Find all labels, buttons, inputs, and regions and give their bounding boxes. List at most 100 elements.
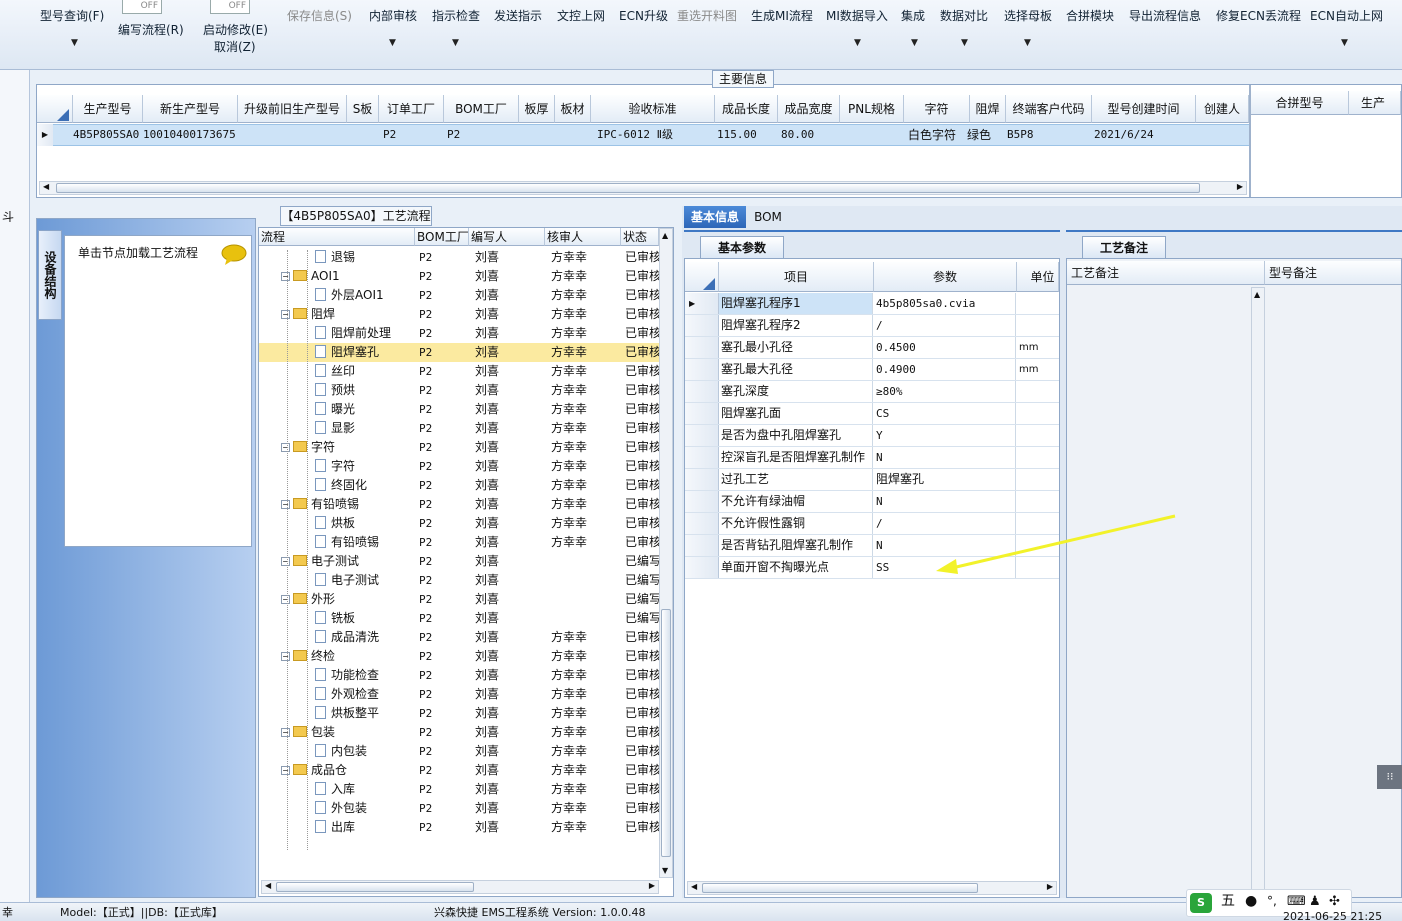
tree-col-bom[interactable]: BOM工厂 (415, 228, 469, 246)
integration-button[interactable]: 集成 (901, 7, 925, 24)
process-notes-vscrollbar[interactable]: ▲ (1251, 287, 1265, 895)
col-header-solder-mask[interactable]: 阻焊 (970, 95, 1006, 123)
main-grid-hscrollbar[interactable]: ◀ ▶ (39, 181, 1247, 195)
tree-hscroll-thumb[interactable] (276, 882, 474, 892)
internal-review-button[interactable]: 内部审核 (369, 7, 417, 24)
row-header[interactable] (685, 315, 719, 336)
col-header-created-time[interactable]: 型号创建时间 (1092, 95, 1196, 123)
left-edge-tab-4[interactable]: 斗 (0, 208, 28, 228)
param-value-input[interactable]: CS (874, 403, 1016, 424)
tree-node[interactable]: 阻焊塞孔 (259, 343, 415, 362)
tab-basic-params[interactable]: 基本参数 (700, 236, 784, 258)
tree-node[interactable]: − 电子测试 (259, 552, 415, 571)
ime-mode-label[interactable]: 五 (1221, 892, 1235, 911)
scroll-right-icon[interactable]: ▶ (1237, 182, 1243, 191)
tree-row[interactable]: 阻焊塞孔 P2 刘喜 方幸幸 已审核 (259, 343, 659, 362)
scroll-left-icon[interactable]: ◀ (43, 182, 49, 191)
param-row[interactable]: 过孔工艺 阻焊塞孔 (685, 469, 1059, 491)
col-header-acceptance[interactable]: 验收标准 (591, 95, 715, 123)
tree-hscrollbar[interactable]: ◀ ▶ (261, 880, 659, 894)
scroll-left-icon[interactable]: ◀ (265, 881, 271, 890)
col-header-merge-model[interactable]: 合拼型号 (1251, 91, 1349, 115)
col-header-creator[interactable]: 创建人 (1196, 95, 1249, 123)
row-header[interactable] (685, 469, 719, 490)
tree-node[interactable]: 退锡 (259, 250, 415, 267)
collapse-icon[interactable]: − (281, 557, 290, 566)
col-header-side-model[interactable]: 生产 (1349, 91, 1401, 115)
tree-row[interactable]: 曝光 P2 刘喜 方幸幸 已审核 (259, 400, 659, 419)
doc-control-online-button[interactable]: 文控上网 (557, 7, 605, 24)
tree-node[interactable]: 显影 (259, 419, 415, 438)
param-row[interactable]: 塞孔深度 ≥80% (685, 381, 1059, 403)
tree-vscrollbar[interactable]: ▲ ▼ (659, 228, 673, 878)
tab-basic-info[interactable]: 基本信息 (684, 206, 746, 228)
tree-row[interactable]: 成品清洗 P2 刘喜 方幸幸 已审核 (259, 628, 659, 647)
col-header-new-model[interactable]: 新生产型号 (143, 95, 238, 123)
tree-node[interactable]: 成品清洗 (259, 628, 415, 647)
col-header-bom-factory[interactable]: BOM工厂 (444, 95, 519, 123)
main-grid-hscroll-thumb[interactable] (56, 183, 1200, 193)
generate-mi-flow-button[interactable]: 生成MI流程 (751, 7, 813, 24)
save-info-button[interactable]: 保存信息(S) (287, 7, 352, 24)
scroll-right-icon[interactable]: ▶ (649, 881, 655, 890)
tree-node[interactable]: 电子测试 (259, 571, 415, 590)
params-col-value[interactable]: 参数 (874, 262, 1017, 292)
notes-col-process[interactable]: 工艺备注 (1067, 261, 1265, 285)
internal-review-dropdown-icon[interactable]: ▼ (389, 38, 396, 48)
collapse-icon[interactable]: − (281, 595, 290, 604)
tree-node[interactable]: − 字符 (259, 438, 415, 457)
device-structure-tab[interactable]: 设备结构 (38, 230, 62, 320)
reselect-cutting-button[interactable]: 重选开料图 (677, 7, 737, 24)
ime-logo-icon[interactable]: S (1190, 893, 1212, 913)
params-hscrollbar[interactable]: ◀ ▶ (687, 881, 1057, 895)
write-flow-button[interactable]: 编写流程(R) (118, 21, 184, 38)
params-col-item[interactable]: 项目 (719, 262, 874, 292)
tree-node[interactable]: 烘板整平 (259, 704, 415, 723)
tree-node[interactable]: 功能检查 (259, 666, 415, 685)
col-header-thickness[interactable]: 板厚 (519, 95, 555, 123)
start-modify-button[interactable]: 启动修改(E) (203, 21, 268, 38)
tree-row[interactable]: 外层AOI1 P2 刘喜 方幸幸 已审核 (259, 286, 659, 305)
cancel-button[interactable]: 取消(Z) (214, 38, 256, 55)
row-header[interactable] (685, 359, 719, 380)
ecn-upgrade-button[interactable]: ECN升级 (619, 7, 668, 24)
process-notes-textarea[interactable] (1069, 287, 1251, 895)
tree-node[interactable]: 有铅喷锡 (259, 533, 415, 552)
merge-module-button[interactable]: 合拼模块 (1066, 7, 1114, 24)
row-header[interactable] (685, 513, 719, 534)
col-header-order-factory[interactable]: 订单工厂 (379, 95, 444, 123)
tree-row[interactable]: 有铅喷锡 P2 刘喜 方幸幸 已审核 (259, 533, 659, 552)
notes-col-model[interactable]: 型号备注 (1265, 261, 1401, 285)
row-header[interactable] (685, 337, 719, 358)
col-header-customer-code[interactable]: 终端客户代码 (1006, 95, 1092, 123)
export-flow-info-button[interactable]: 导出流程信息 (1129, 7, 1201, 24)
grid-corner[interactable] (37, 95, 73, 123)
row-header[interactable]: ▶ (685, 293, 719, 314)
ime-punct-icon[interactable]: °, (1267, 892, 1277, 911)
data-compare-dropdown-icon[interactable]: ▼ (961, 38, 968, 48)
tab-bom[interactable]: BOM (750, 206, 786, 228)
scroll-left-icon[interactable]: ◀ (691, 882, 697, 891)
row-header[interactable] (685, 535, 719, 556)
tree-vscroll-thumb[interactable] (661, 609, 671, 857)
tree-row[interactable]: 出库 P2 刘喜 方幸幸 已审核 (259, 818, 659, 837)
col-header-old-model[interactable]: 升级前旧生产型号 (238, 95, 347, 123)
row-header[interactable] (685, 403, 719, 424)
tree-row[interactable]: 字符 P2 刘喜 方幸幸 已审核 (259, 457, 659, 476)
param-value-input[interactable]: N (874, 447, 1016, 468)
param-value-input[interactable]: N (874, 491, 1016, 512)
tree-node[interactable]: 铣板 (259, 609, 415, 628)
col-header-material[interactable]: 板材 (555, 95, 591, 123)
tree-node[interactable]: 出库 (259, 818, 415, 837)
param-row[interactable]: 控深盲孔是否阻焊塞孔制作 N (685, 447, 1059, 469)
model-query-dropdown-icon[interactable]: ▼ (71, 38, 78, 48)
tree-row[interactable]: 显影 P2 刘喜 方幸幸 已审核 (259, 419, 659, 438)
ecn-auto-online-dropdown-icon[interactable]: ▼ (1341, 38, 1348, 48)
params-corner[interactable] (685, 262, 719, 292)
tree-row[interactable]: − 有铅喷锡 P2 刘喜 方幸幸 已审核 (259, 495, 659, 514)
tree-node[interactable]: 丝印 (259, 362, 415, 381)
side-float-handle-icon[interactable]: ⁝⁝ (1377, 765, 1402, 789)
tree-row[interactable]: 外观检查 P2 刘喜 方幸幸 已审核 (259, 685, 659, 704)
params-col-unit[interactable]: 单位 (1017, 262, 1059, 292)
tree-row[interactable]: − 电子测试 P2 刘喜 已编写 (259, 552, 659, 571)
